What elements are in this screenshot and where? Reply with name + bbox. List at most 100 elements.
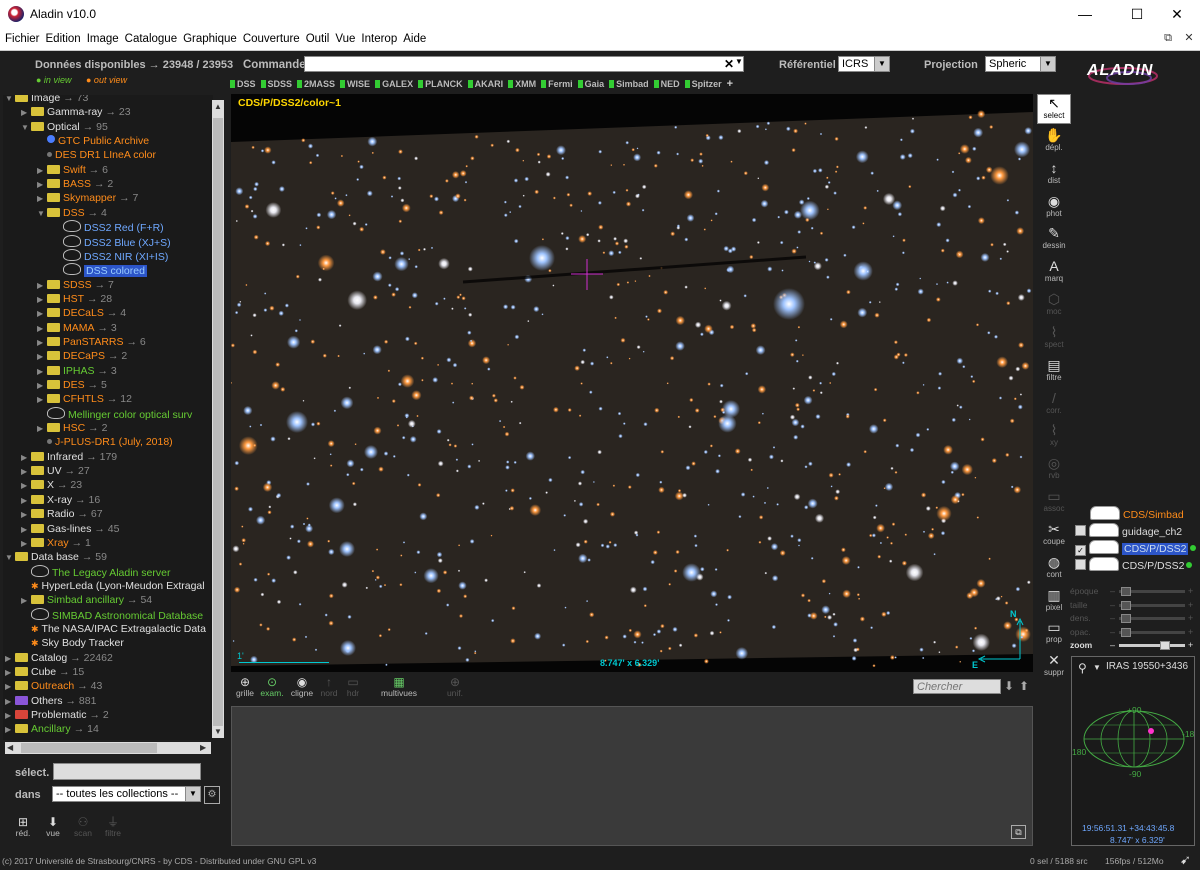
expand-icon[interactable]: ▶	[21, 451, 31, 465]
survey-shortcut[interactable]: XMM	[508, 79, 536, 89]
view-tool-multivues-button[interactable]: ▦ multivues	[363, 676, 435, 698]
allsky-map-icon[interactable]	[1080, 707, 1188, 771]
slider-minus-icon[interactable]: –	[1110, 627, 1115, 637]
expand-icon[interactable]: ▶	[5, 695, 15, 709]
expand-icon[interactable]: ▶	[37, 192, 47, 206]
survey-shortcut[interactable]: GALEX	[375, 79, 413, 89]
collapse-icon[interactable]: ▼	[37, 207, 47, 221]
collapse-icon[interactable]: ▼	[5, 95, 15, 106]
expand-icon[interactable]: ▶	[37, 164, 47, 178]
tool-rvb-button[interactable]: ◎ rvb	[1037, 455, 1071, 485]
tree-node[interactable]: DSS2 Blue (XJ+S)	[53, 234, 171, 249]
survey-shortcut[interactable]: SDSS	[260, 79, 292, 89]
tree-node[interactable]: SIMBAD Astronomical Database	[21, 607, 203, 622]
tree-node[interactable]: The Legacy Aladin server	[21, 564, 170, 579]
collection-select[interactable]: -- toutes les collections -- ▼	[52, 786, 201, 802]
expand-icon[interactable]: ▶	[37, 178, 47, 192]
layer-item[interactable]: CDS/Simbad	[1075, 506, 1184, 521]
collapse-icon[interactable]: ▼	[21, 121, 31, 135]
survey-shortcut[interactable]: WISE	[340, 79, 370, 89]
survey-shortcut[interactable]: DSS	[230, 79, 256, 89]
tree-node[interactable]: ✱ The NASA/IPAC Extragalactic Data	[21, 622, 206, 636]
search-input[interactable]	[913, 679, 1001, 694]
expand-icon[interactable]: ▶	[37, 293, 47, 307]
add-survey-button[interactable]: +	[727, 78, 733, 90]
slider-plus-icon[interactable]: +	[1188, 600, 1193, 610]
slider-plus-icon[interactable]: +	[1188, 586, 1193, 596]
console-panel[interactable]: ⧉	[231, 706, 1033, 846]
tree-node[interactable]: ▶ CFHTLS → 12	[37, 392, 132, 406]
tree-node[interactable]: ▶ DES → 5	[37, 378, 107, 392]
tree-node[interactable]: Mellinger color optical surv	[37, 406, 192, 421]
expand-icon[interactable]: ▶	[21, 465, 31, 479]
layer-item[interactable]: ✓ CDS/P/DSS2	[1075, 540, 1197, 556]
tool-filtre-button[interactable]: ▤ filtre	[1037, 357, 1071, 387]
chevron-down-icon[interactable]: ▼	[1093, 663, 1101, 672]
slider-plus-icon[interactable]: +	[1188, 613, 1193, 623]
expand-icon[interactable]: ▶	[5, 709, 15, 723]
tree-node[interactable]: ▶ PanSTARRS → 6	[37, 335, 146, 349]
layer-visibility-checkbox[interactable]	[1075, 559, 1086, 570]
tree-node[interactable]: DES DR1 LIneA color	[37, 148, 156, 162]
expand-icon[interactable]: ▶	[37, 365, 47, 379]
tree-node[interactable]: DSS2 NIR (XI+IS)	[53, 248, 168, 263]
tree-node[interactable]: ▶ Problematic → 2	[5, 708, 109, 722]
tree-node[interactable]: ▶ HST → 28	[37, 292, 112, 306]
clear-command-icon[interactable]: ✕	[724, 57, 734, 71]
tree-vertical-scrollbar[interactable]: ▲ ▼	[212, 100, 224, 738]
tool-phot-button[interactable]: ◉ phot	[1037, 193, 1071, 223]
collection-settings-icon[interactable]: ⚙	[204, 786, 220, 804]
menu-item[interactable]: Graphique	[180, 28, 240, 50]
command-history-icon[interactable]: ▼	[735, 57, 743, 66]
view-tool-exam-button[interactable]: ⊙ exam.	[258, 676, 286, 698]
view-tool-grille-button[interactable]: ⊕ grille	[231, 676, 259, 698]
menu-item[interactable]: Outil	[303, 28, 333, 50]
tool-dpl-button[interactable]: ✋ dépl.	[1037, 127, 1071, 157]
slider-thumb[interactable]	[1121, 600, 1131, 610]
slider-plus-icon[interactable]: +	[1188, 640, 1193, 650]
survey-shortcut[interactable]: NED	[653, 79, 680, 89]
tree-tool-button[interactable]: ⬇ vue	[38, 816, 68, 838]
close-frame-icon[interactable]: ✕	[1182, 31, 1196, 45]
tool-assoc-button[interactable]: ▭ assoc	[1037, 488, 1071, 518]
layer-item[interactable]: CDS/P/DSS2	[1075, 557, 1193, 572]
tree-node[interactable]: ✱ HyperLeda (Lyon-Meudon Extragal	[21, 579, 205, 593]
tool-select-button[interactable]: ↖ select	[1037, 94, 1071, 124]
tree-node[interactable]: J-PLUS-DR1 (July, 2018)	[37, 435, 173, 449]
scroll-thumb[interactable]	[213, 118, 223, 726]
sky-view[interactable]: CDS/P/DSS2/color~1 1' 8.747' x 6.329' N …	[231, 94, 1033, 672]
tool-cont-button[interactable]: ◍ cont	[1037, 554, 1071, 584]
tool-dessin-button[interactable]: ✎ dessin	[1037, 225, 1071, 255]
tree-node[interactable]: GTC Public Archive	[37, 134, 149, 148]
menu-item[interactable]: Couverture	[240, 28, 303, 50]
slider-plus-icon[interactable]: +	[1188, 627, 1193, 637]
tree-node[interactable]: ▶ X → 23	[21, 478, 82, 492]
tree-node[interactable]: ▶ MAMA → 3	[37, 321, 117, 335]
expand-icon[interactable]: ▶	[21, 594, 31, 608]
view-tool-cligne-button[interactable]: ◉ cligne	[288, 676, 316, 698]
command-input[interactable]	[304, 56, 744, 72]
expand-icon[interactable]: ▶	[37, 307, 47, 321]
expand-icon[interactable]: ▶	[37, 350, 47, 364]
tool-coupe-button[interactable]: ✂ coupe	[1037, 521, 1071, 551]
survey-shortcut[interactable]: Fermi	[541, 79, 573, 89]
expand-icon[interactable]: ▶	[5, 666, 15, 680]
expand-icon[interactable]: ▶	[21, 523, 31, 537]
menu-item[interactable]: Image	[84, 28, 122, 50]
tree-node[interactable]: DSS2 Red (F+R)	[53, 220, 164, 234]
menu-item[interactable]: Edition	[43, 28, 84, 50]
menu-item[interactable]: Aide	[400, 28, 429, 50]
survey-shortcut[interactable]: Gaia	[577, 79, 604, 89]
tree-node[interactable]: ▼ Data base → 59	[5, 550, 107, 564]
tool-spect-button[interactable]: ⌇ spect	[1037, 324, 1071, 354]
expand-icon[interactable]: ▶	[37, 379, 47, 393]
survey-shortcut[interactable]: Simbad	[609, 79, 649, 89]
tree-node[interactable]: ▶ DECaLS → 4	[37, 306, 126, 320]
tool-moc-button[interactable]: ⬡ moc	[1037, 291, 1071, 321]
tool-suppr-button[interactable]: ✕ suppr	[1037, 652, 1071, 682]
menu-item[interactable]: Fichier	[2, 28, 43, 50]
expand-icon[interactable]: ▶	[37, 322, 47, 336]
restore-frame-icon[interactable]: ⧉	[1161, 31, 1175, 45]
tree-node[interactable]: ▶ Infrared → 179	[21, 450, 117, 464]
slider-thumb[interactable]	[1121, 627, 1131, 637]
